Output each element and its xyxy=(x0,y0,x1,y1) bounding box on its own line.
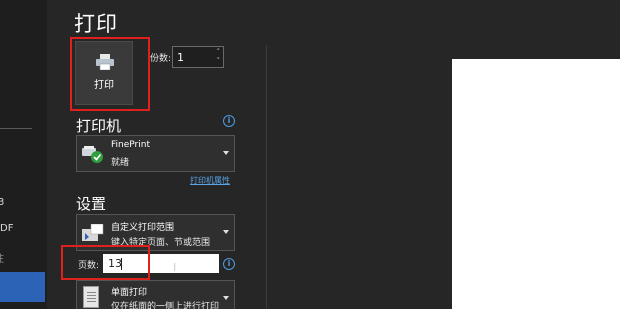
panel-divider xyxy=(266,45,267,309)
info-icon[interactable]: i xyxy=(223,115,235,127)
backstage-nav: 3 PDF 注 xyxy=(0,0,47,309)
chevron-down-icon xyxy=(223,295,229,300)
sided-title: 单面打印 xyxy=(111,288,148,298)
text-cursor-icon: I xyxy=(173,261,177,274)
nav-item-fragment[interactable]: 3 xyxy=(0,197,45,208)
one-sided-page-icon xyxy=(83,286,99,308)
range-title: 自定义打印范围 xyxy=(111,223,175,233)
printer-ready-icon xyxy=(82,146,103,163)
chevron-down-icon xyxy=(223,229,229,234)
spin-up-icon[interactable]: ˄ xyxy=(217,48,221,56)
highlight-box xyxy=(70,37,150,111)
printer-heading: 打印机 xyxy=(76,117,122,135)
info-icon[interactable]: i xyxy=(223,258,235,270)
sided-subtitle: 仅在纸面的一侧上进行打印 xyxy=(111,302,220,309)
copies-stepper[interactable]: 1 ˄ ˅ xyxy=(172,46,224,68)
copies-label: 份数: xyxy=(150,54,172,64)
chevron-down-icon xyxy=(223,150,229,155)
page-title: 打印 xyxy=(74,12,118,36)
nav-item-export-pdf[interactable]: PDF xyxy=(0,223,41,234)
custom-range-icon xyxy=(82,224,104,241)
highlight-box xyxy=(61,245,150,280)
copies-value[interactable]: 1 xyxy=(177,51,184,64)
print-preview-page xyxy=(452,59,620,309)
nav-item-print-active[interactable] xyxy=(0,272,45,302)
sided-select[interactable]: 单面打印 仅在纸面的一侧上进行打印 xyxy=(76,280,235,309)
printer-select[interactable]: FinePrint 就绪 xyxy=(76,135,235,172)
printer-status: 就绪 xyxy=(111,158,130,168)
settings-heading: 设置 xyxy=(76,195,107,213)
nav-item-fragment[interactable]: 注 xyxy=(0,250,41,265)
nav-divider xyxy=(0,128,32,129)
printer-name: FinePrint xyxy=(111,140,150,150)
spin-down-icon[interactable]: ˅ xyxy=(217,57,221,65)
printer-properties-link[interactable]: 打印机属性 xyxy=(190,175,230,186)
